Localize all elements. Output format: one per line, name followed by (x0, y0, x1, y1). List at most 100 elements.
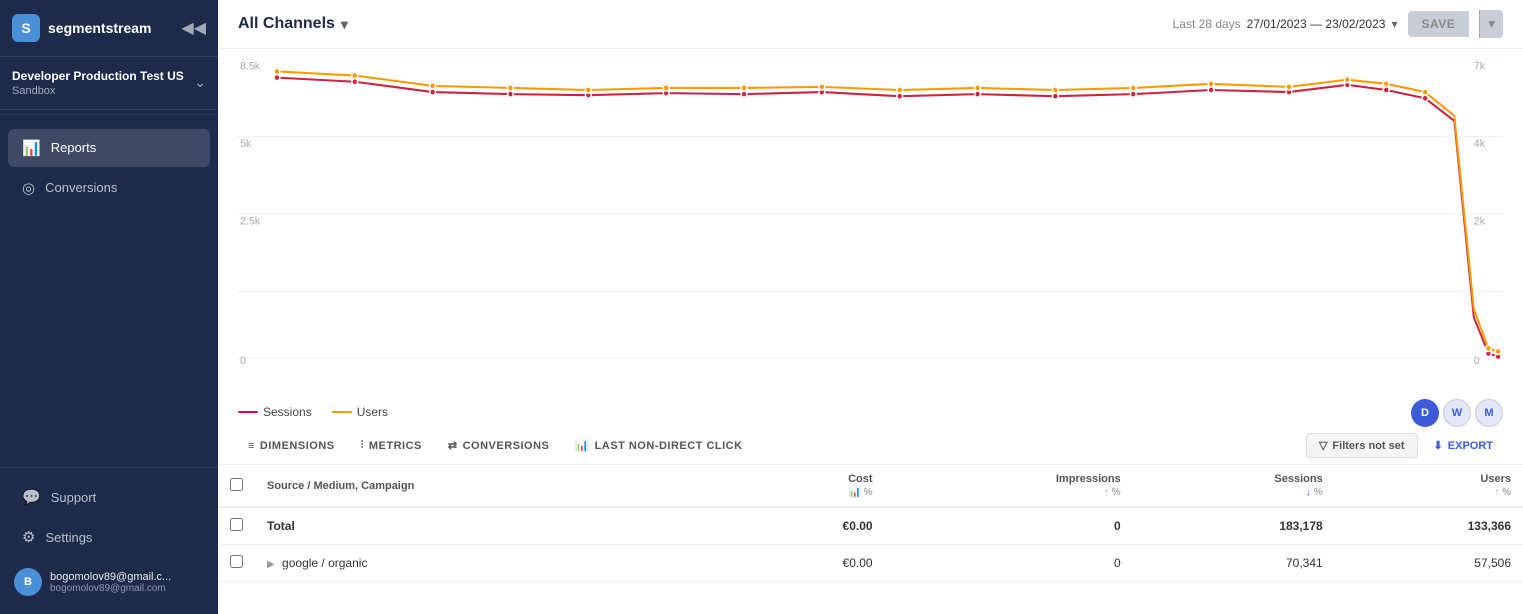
sidebar-item-support[interactable]: 💬 Support (8, 478, 210, 516)
row-impressions: 0 (885, 545, 1133, 582)
export-label: EXPORT (1448, 440, 1493, 452)
sidebar-divider (0, 114, 218, 115)
metrics-label: METRICS (369, 440, 422, 452)
col-sessions-label: Sessions (1274, 473, 1322, 485)
conversions-toolbar-icon: ⇄ (448, 439, 458, 452)
granularity-week-button[interactable]: W (1443, 399, 1471, 427)
users-sub-icons: ↑ % (1494, 487, 1511, 498)
last-click-icon: 📊 (575, 439, 589, 452)
svg-text:7k: 7k (1474, 60, 1486, 72)
row-sessions: 70,341 (1133, 545, 1335, 582)
filter-icon: ▽ (1319, 439, 1327, 452)
save-button[interactable]: SAVE (1408, 11, 1470, 37)
sidebar-item-settings[interactable]: ⚙ Settings (8, 518, 210, 556)
total-checkbox[interactable] (230, 518, 243, 531)
export-icon: ⬇ (1434, 439, 1443, 452)
expand-icon[interactable]: ▶ (267, 559, 275, 570)
col-source-label: Source / Medium, Campaign (267, 480, 414, 492)
date-dropdown-icon[interactable]: ▾ (1391, 17, 1397, 31)
table-row: ▶ google / organic €0.00 0 70,341 57,506 (218, 545, 1523, 582)
svg-text:0: 0 (240, 355, 246, 367)
sidebar-logo: S segmentstream (12, 14, 152, 42)
date-range-selector[interactable]: Last 28 days 27/01/2023 — 23/02/2023 ▾ (1173, 17, 1398, 31)
user-info: bogomolov89@gmail.c... bogomolov89@gmail… (50, 571, 171, 594)
workspace-chevron-icon[interactable]: ⌄ (194, 74, 206, 91)
chart-area: 8.5k 5k 2.5k 0 7k 4k 2k 0 (218, 49, 1523, 399)
reports-icon: 📊 (22, 139, 41, 157)
row-source-label: google / organic (282, 556, 367, 570)
metrics-button[interactable]: ⫶ METRICS (351, 434, 432, 457)
svg-text:2k: 2k (1474, 215, 1486, 227)
row-checkbox[interactable] (230, 555, 243, 568)
legend-users-label: Users (357, 405, 388, 419)
dimensions-icon: ≡ (248, 440, 255, 452)
impressions-sub-icons: ↑ % (1104, 487, 1121, 498)
svg-text:2.5k: 2.5k (240, 215, 261, 227)
conversions-label: CONVERSIONS (463, 440, 550, 452)
users-line-indicator (332, 411, 352, 413)
row-checkbox-cell (218, 545, 255, 582)
workspace-env: Sandbox (12, 85, 184, 97)
sidebar-item-reports-label: Reports (51, 140, 97, 155)
sidebar-item-support-label: Support (51, 490, 97, 505)
conversions-button[interactable]: ⇄ CONVERSIONS (438, 434, 560, 457)
row-source: ▶ google / organic (255, 545, 734, 582)
settings-icon: ⚙ (22, 528, 35, 546)
user-name: bogomolov89@gmail.c... (50, 571, 171, 583)
workspace-row: Developer Production Test US Sandbox ⌄ (12, 69, 206, 97)
channel-label: All Channels (238, 15, 335, 33)
main-header: All Channels ▾ Last 28 days 27/01/2023 —… (218, 0, 1523, 49)
sessions-sub-percent: % (1314, 487, 1323, 498)
dimensions-button[interactable]: ≡ DIMENSIONS (238, 435, 345, 457)
col-header-sessions[interactable]: Sessions ↓ % (1133, 465, 1335, 507)
col-impressions-label: Impressions (1056, 473, 1121, 485)
channel-chevron-icon: ▾ (341, 16, 348, 33)
save-dropdown-button[interactable]: ▾ (1479, 10, 1503, 38)
total-users: 133,366 (1335, 507, 1523, 545)
export-button[interactable]: ⬇ EXPORT (1424, 434, 1503, 457)
total-impressions: 0 (885, 507, 1133, 545)
main-content: All Channels ▾ Last 28 days 27/01/2023 —… (218, 0, 1523, 614)
last-click-label: LAST NON-DIRECT CLICK (595, 440, 743, 452)
main-nav: 📊 Reports ◎ Conversions (0, 119, 218, 467)
sidebar-collapse-button[interactable]: ◀◀ (181, 18, 206, 38)
legend-sessions[interactable]: Sessions (238, 405, 312, 419)
sidebar-item-reports[interactable]: 📊 Reports (8, 129, 210, 167)
sidebar-header: S segmentstream ◀◀ (0, 0, 218, 57)
workspace-section: Developer Production Test US Sandbox ⌄ (0, 57, 218, 110)
col-header-users: Users ↑ % (1335, 465, 1523, 507)
sessions-sort-icon[interactable]: ↓ (1306, 487, 1311, 498)
channel-selector[interactable]: All Channels ▾ (238, 15, 348, 33)
date-range-label: Last 28 days (1173, 17, 1241, 31)
chart-legend: Sessions Users D W M (218, 399, 1523, 427)
table-header-row: Source / Medium, Campaign Cost 📊 % (218, 465, 1523, 507)
granularity-month-button[interactable]: M (1475, 399, 1503, 427)
col-cost-label: Cost (848, 473, 872, 485)
col-header-source: Source / Medium, Campaign (255, 465, 734, 507)
select-all-checkbox[interactable] (230, 478, 243, 491)
conversions-icon: ◎ (22, 179, 35, 197)
legend-sessions-label: Sessions (263, 405, 312, 419)
sidebar-item-conversions-label: Conversions (45, 180, 117, 195)
svg-text:8.5k: 8.5k (240, 60, 261, 72)
cost-sub-icons: 📊 % (848, 487, 872, 498)
table-header: Source / Medium, Campaign Cost 📊 % (218, 465, 1523, 507)
logo-text: segmentstream (48, 20, 152, 36)
user-email: bogomolov89@gmail.com (50, 583, 171, 594)
filters-button[interactable]: ▽ Filters not set (1306, 433, 1418, 458)
total-sessions: 183,178 (1133, 507, 1335, 545)
user-row[interactable]: B bogomolov89@gmail.c... bogomolov89@gma… (0, 558, 218, 606)
col-header-cost: Cost 📊 % (734, 465, 885, 507)
time-granularity-group: D W M (1411, 399, 1503, 427)
table-body: Total €0.00 0 183,178 133,366 ▶ google /… (218, 507, 1523, 582)
legend-users[interactable]: Users (332, 405, 388, 419)
filters-label: Filters not set (1332, 440, 1404, 452)
workspace-name: Developer Production Test US (12, 69, 184, 85)
sidebar-bottom: 💬 Support ⚙ Settings B bogomolov89@gmail… (0, 467, 218, 614)
workspace-info: Developer Production Test US Sandbox (12, 69, 184, 97)
dimensions-label: DIMENSIONS (260, 440, 335, 452)
sidebar-item-conversions[interactable]: ◎ Conversions (8, 169, 210, 207)
support-icon: 💬 (22, 488, 41, 506)
last-click-button[interactable]: 📊 LAST NON-DIRECT CLICK (565, 434, 752, 457)
granularity-day-button[interactable]: D (1411, 399, 1439, 427)
